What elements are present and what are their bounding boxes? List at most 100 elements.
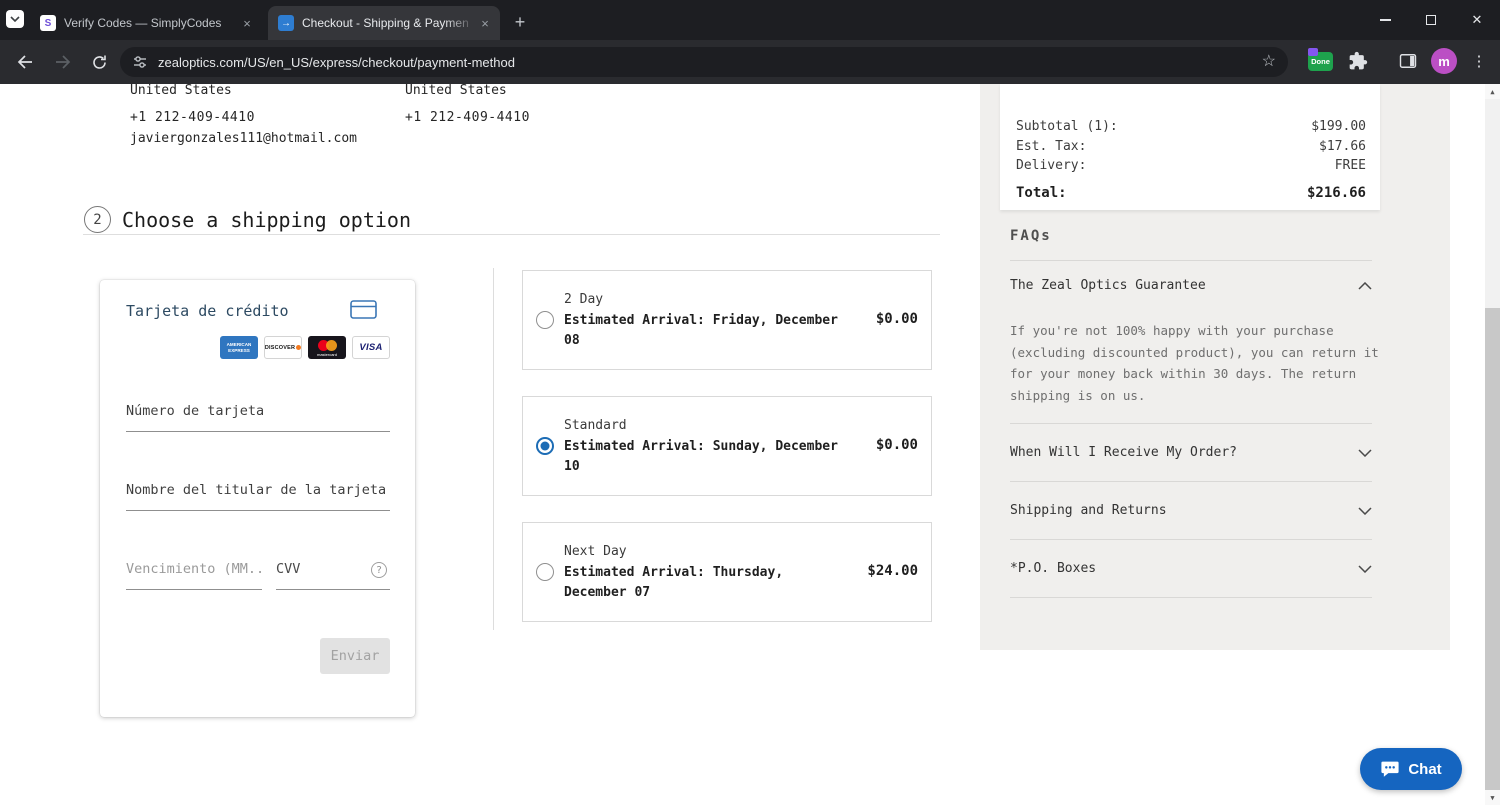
shipping-option-arrival: Estimated Arrival: Friday, December 08	[564, 313, 838, 348]
faqs-heading: FAQs	[1010, 228, 1052, 244]
faq-item-po-boxes[interactable]: *P.O. Boxes	[1010, 539, 1372, 598]
summary-value: FREE	[1334, 158, 1366, 173]
radio-selected-icon[interactable]	[536, 437, 554, 455]
billing-country: United States	[405, 83, 507, 98]
discover-logo-icon: DISCOVER	[264, 336, 302, 359]
chat-button[interactable]: Chat	[1360, 748, 1462, 790]
radio-unselected-icon[interactable]	[536, 563, 554, 581]
cvv-help-icon[interactable]: ?	[371, 562, 387, 578]
checkout-page: United States United States +1 212-409-4…	[0, 83, 1500, 805]
shipping-option-arrival: Estimated Arrival: Sunday, December 10	[564, 439, 838, 474]
faq-label: Shipping and Returns	[1010, 503, 1167, 518]
browser-toolbar: zealoptics.com/US/en_US/express/checkout…	[0, 40, 1500, 84]
browser-titlebar: S Verify Codes — SimplyCodes × → Checkou…	[0, 0, 1500, 40]
visa-logo-icon: VISA	[352, 336, 390, 359]
summary-total-row: Total: $216.66	[1016, 185, 1366, 201]
radio-unselected-icon[interactable]	[536, 311, 554, 329]
summary-row: Subtotal (1): $199.00	[1016, 117, 1366, 137]
browser-menu-icon[interactable]: ⋮	[1470, 49, 1488, 73]
close-button[interactable]: ✕	[1454, 0, 1500, 40]
card-holder-input[interactable]	[126, 475, 390, 511]
summary-label: Delivery:	[1016, 158, 1087, 173]
url-text[interactable]: zealoptics.com/US/en_US/express/checkout…	[158, 55, 1262, 70]
credit-card-panel: Tarjeta de crédito AMERICAN EXPRESS DISC…	[100, 280, 415, 717]
submit-payment-button[interactable]: Enviar	[320, 638, 390, 674]
column-divider	[493, 268, 494, 630]
shipping-option-price: $24.00	[867, 563, 918, 579]
shipping-option-price: $0.00	[875, 437, 918, 453]
mastercard-logo-icon: mastercard	[308, 336, 346, 359]
credit-card-icon	[350, 300, 377, 323]
discover-orange-dot	[296, 345, 301, 350]
faq-body-text: If you're not 100% happy with your purch…	[1010, 323, 1379, 403]
new-tab-button[interactable]: +	[508, 10, 532, 34]
side-panel-icon[interactable]	[1398, 51, 1418, 71]
chevron-down-icon	[10, 16, 20, 22]
scroll-down-icon[interactable]: ▼	[1485, 790, 1500, 805]
summary-value: $17.66	[1319, 138, 1366, 154]
shipping-section-title: Choose a shipping option	[122, 208, 411, 232]
scroll-up-icon[interactable]: ▲	[1485, 84, 1500, 99]
chevron-down-icon[interactable]	[1358, 564, 1372, 573]
tab-simplycodes[interactable]: S Verify Codes — SimplyCodes ×	[30, 6, 262, 40]
summary-row: Delivery: FREE	[1016, 156, 1366, 176]
shipping-option-nextday[interactable]: Next Day Estimated Arrival: Thursday, De…	[522, 522, 932, 622]
checkout-favicon-icon: →	[278, 15, 294, 31]
card-brand-logos: AMERICAN EXPRESS DISCOVER mastercard VIS…	[220, 336, 390, 359]
amex-logo-icon: AMERICAN EXPRESS	[220, 336, 258, 359]
done-extension-icon[interactable]: Done	[1308, 48, 1333, 73]
page-scrollbar[interactable]: ▲ ▼	[1485, 84, 1500, 805]
profile-avatar[interactable]: m	[1431, 48, 1457, 74]
faq-item-guarantee[interactable]: The Zeal Optics Guarantee If you're not …	[1010, 260, 1379, 423]
bookmark-star-icon[interactable]: ☆	[1262, 54, 1276, 70]
done-extension-accent	[1308, 48, 1318, 56]
reload-button[interactable]	[88, 51, 110, 73]
chevron-down-icon[interactable]	[1358, 448, 1372, 457]
card-expiry-input[interactable]	[126, 554, 262, 590]
billing-phone: +1 212-409-4410	[405, 110, 530, 125]
summary-label: Est. Tax:	[1016, 138, 1087, 154]
shipping-option-price: $0.00	[875, 311, 918, 327]
window-controls: ✕	[1362, 0, 1500, 40]
shipping-phone: +1 212-409-4410	[130, 110, 255, 125]
faq-accordion: The Zeal Optics Guarantee If you're not …	[1010, 260, 1379, 598]
faq-label: *P.O. Boxes	[1010, 561, 1097, 576]
simplycodes-favicon-icon: S	[40, 15, 56, 31]
shipping-options-list: 2 Day Estimated Arrival: Friday, Decembe…	[522, 270, 932, 648]
shipping-option-name: Standard	[564, 418, 627, 433]
order-summary-sidebar: Subtotal (1): $199.00 Est. Tax: $17.66 D…	[980, 84, 1450, 650]
tab-title: Verify Codes — SimplyCodes	[64, 16, 222, 30]
total-value: $216.66	[1306, 184, 1366, 201]
tab-search-button[interactable]	[6, 10, 24, 28]
credit-card-title: Tarjeta de crédito	[126, 302, 289, 320]
order-summary-card: Subtotal (1): $199.00 Est. Tax: $17.66 D…	[1000, 84, 1380, 210]
tab-close-icon[interactable]: ×	[476, 14, 494, 32]
shipping-option-name: 2 Day	[564, 292, 604, 307]
chevron-up-icon[interactable]	[1358, 281, 1372, 290]
faq-item-shipping-returns[interactable]: Shipping and Returns	[1010, 481, 1372, 539]
section-divider	[83, 234, 940, 235]
forward-button[interactable]	[52, 51, 74, 73]
faq-item-receive-order[interactable]: When Will I Receive My Order?	[1010, 423, 1372, 481]
shipping-option-name: Next Day	[564, 544, 627, 559]
chat-button-label: Chat	[1408, 760, 1442, 778]
chevron-down-icon[interactable]	[1358, 506, 1372, 515]
shipping-option-arrival: Estimated Arrival: Thursday, December 07	[564, 565, 784, 600]
tab-checkout[interactable]: → Checkout - Shipping & Paymen ×	[268, 6, 500, 40]
address-bar[interactable]: zealoptics.com/US/en_US/express/checkout…	[120, 47, 1288, 77]
scrollbar-thumb[interactable]	[1485, 308, 1500, 790]
extensions-puzzle-icon[interactable]	[1348, 51, 1368, 71]
browser-window: S Verify Codes — SimplyCodes × → Checkou…	[0, 0, 1500, 805]
faq-label: The Zeal Optics Guarantee	[1010, 278, 1206, 293]
site-info-icon[interactable]	[132, 54, 148, 70]
back-button[interactable]	[14, 51, 36, 73]
minimize-button[interactable]	[1362, 0, 1408, 40]
tab-title: Checkout - Shipping & Paymen	[302, 16, 469, 30]
summary-value: $199.00	[1311, 119, 1366, 134]
tab-close-icon[interactable]: ×	[238, 14, 256, 32]
card-number-input[interactable]	[126, 396, 390, 432]
maximize-button[interactable]	[1408, 0, 1454, 40]
shipping-option-2day[interactable]: 2 Day Estimated Arrival: Friday, Decembe…	[522, 270, 932, 370]
faq-label: When Will I Receive My Order?	[1010, 445, 1237, 460]
shipping-option-standard[interactable]: Standard Estimated Arrival: Sunday, Dece…	[522, 396, 932, 496]
